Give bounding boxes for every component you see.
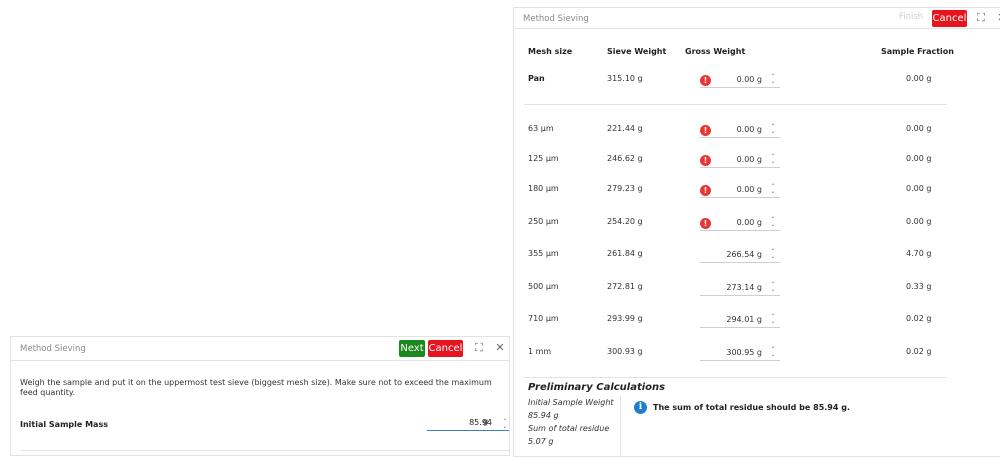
mesh-size-cell: 710 µm bbox=[528, 314, 559, 323]
sieve-weight-cell: 221.44 g bbox=[607, 124, 643, 133]
sum-residue-label: Sum of total residue bbox=[528, 424, 610, 433]
stepper-icon[interactable]: ⌃ ⌄ bbox=[501, 419, 509, 430]
gross-weight-input[interactable]: 0.00 g ⌃ ⌄ bbox=[700, 152, 780, 168]
sieve-weight-cell: 272.81 g bbox=[607, 282, 643, 291]
divider bbox=[524, 104, 947, 105]
sample-fraction-cell: 0.02 g bbox=[906, 314, 932, 323]
stepper-icon[interactable]: ⌃ ⌄ bbox=[769, 347, 777, 358]
initial-sample-mass-label: Initial Sample Mass bbox=[20, 420, 108, 429]
preliminary-values: Initial Sample Weight 85.94 g Sum of tot… bbox=[528, 396, 618, 448]
column-header-sample-fraction: Sample Fraction bbox=[881, 47, 954, 56]
dialog-title: Method Sieving bbox=[523, 14, 589, 24]
stepper-icon[interactable]: ⌃ ⌄ bbox=[769, 282, 777, 293]
preliminary-title: Preliminary Calculations bbox=[528, 382, 666, 393]
gross-weight-value: 294.01 g bbox=[726, 315, 762, 324]
initial-weight-value: 85.94 g bbox=[528, 411, 559, 420]
dialog-header: Method Sieving Finish Cancel ⛶ ✕ bbox=[514, 8, 1000, 29]
gross-weight-value: 0.00 g bbox=[736, 218, 762, 227]
dialog-title: Method Sieving bbox=[20, 344, 86, 354]
sum-residue-value: 5.07 g bbox=[528, 437, 554, 446]
mesh-size-cell: 63 µm bbox=[528, 124, 554, 133]
gross-weight-input[interactable]: 294.01 g ⌃ ⌄ bbox=[700, 312, 780, 328]
gross-weight-value: 300.95 g bbox=[726, 348, 762, 357]
gross-weight-value: 0.00 g bbox=[736, 155, 762, 164]
divider bbox=[524, 377, 947, 378]
sieve-weight-cell: 246.62 g bbox=[607, 154, 643, 163]
initial-weight-label: Initial Sample Weight bbox=[528, 398, 614, 407]
column-header-sieve-weight: Sieve Weight bbox=[607, 47, 667, 56]
close-icon[interactable]: ✕ bbox=[491, 339, 509, 357]
sample-fraction-cell: 0.00 g bbox=[906, 217, 932, 226]
mesh-size-cell: Pan bbox=[528, 74, 545, 83]
gross-weight-value: 273.14 g bbox=[726, 283, 762, 292]
column-header-mesh: Mesh size bbox=[528, 47, 573, 56]
sieve-weight-cell: 254.20 g bbox=[607, 217, 643, 226]
expand-icon[interactable]: ⛶ bbox=[470, 339, 488, 357]
mesh-size-cell: 250 µm bbox=[528, 217, 559, 226]
sample-fraction-cell: 0.00 g bbox=[906, 184, 932, 193]
stepper-icon[interactable]: ⌃ ⌄ bbox=[769, 74, 777, 85]
finish-button[interactable]: Finish bbox=[899, 12, 923, 22]
stepper-icon[interactable]: ⌃ ⌄ bbox=[769, 217, 777, 228]
gross-weight-value: 266.54 g bbox=[726, 250, 762, 259]
sample-fraction-cell: 4.70 g bbox=[906, 249, 932, 258]
divider bbox=[20, 450, 509, 451]
column-header-gross-weight: Gross Weight bbox=[685, 47, 746, 56]
sample-fraction-cell: 0.33 g bbox=[906, 282, 932, 291]
mesh-size-cell: 125 µm bbox=[528, 154, 559, 163]
close-icon[interactable]: ✕ bbox=[993, 9, 1000, 27]
sieve-weight-cell: 279.23 g bbox=[607, 184, 643, 193]
initial-sample-mass-input[interactable]: 85.94 bbox=[427, 416, 509, 431]
sieve-weight-cell: 293.99 g bbox=[607, 314, 643, 323]
mesh-size-cell: 355 µm bbox=[528, 249, 559, 258]
gross-weight-input[interactable]: 0.00 g ⌃ ⌄ bbox=[700, 72, 780, 88]
sample-fraction-cell: 0.02 g bbox=[906, 347, 932, 356]
gross-weight-input[interactable]: 266.54 g ⌃ ⌄ bbox=[700, 247, 780, 263]
stepper-icon[interactable]: ⌃ ⌄ bbox=[769, 249, 777, 260]
stepper-icon[interactable]: ⌃ ⌄ bbox=[769, 314, 777, 325]
cancel-button[interactable]: Cancel bbox=[428, 340, 463, 357]
gross-weight-input[interactable]: 0.00 g ⌃ ⌄ bbox=[700, 182, 780, 198]
info-message: The sum of total residue should be 85.94… bbox=[653, 403, 850, 412]
info-icon: i bbox=[634, 401, 647, 414]
gross-weight-value: 0.00 g bbox=[736, 185, 762, 194]
cancel-button[interactable]: Cancel bbox=[932, 10, 967, 27]
sieving-dialog-small: Method Sieving Next Cancel ⛶ ✕ Weigh the… bbox=[10, 336, 510, 456]
gross-weight-value: 0.00 g bbox=[736, 75, 762, 84]
divider bbox=[620, 396, 621, 456]
sieve-weight-cell: 315.10 g bbox=[607, 74, 643, 83]
gross-weight-input[interactable]: 300.95 g ⌃ ⌄ bbox=[700, 345, 780, 361]
sample-fraction-cell: 0.00 g bbox=[906, 74, 932, 83]
sieve-weight-cell: 261.84 g bbox=[607, 249, 643, 258]
initial-sample-mass-unit: g bbox=[483, 417, 489, 426]
sample-fraction-cell: 0.00 g bbox=[906, 124, 932, 133]
gross-weight-input[interactable]: 0.00 g ⌃ ⌄ bbox=[700, 122, 780, 138]
gross-weight-input[interactable]: 273.14 g ⌃ ⌄ bbox=[700, 280, 780, 296]
next-button[interactable]: Next bbox=[399, 340, 425, 357]
mesh-size-cell: 500 µm bbox=[528, 282, 559, 291]
instruction-text: Weigh the sample and put it on the upper… bbox=[20, 378, 492, 397]
stepper-icon[interactable]: ⌃ ⌄ bbox=[769, 124, 777, 135]
dialog-header: Method Sieving Next Cancel ⛶ ✕ bbox=[11, 337, 509, 361]
expand-icon[interactable]: ⛶ bbox=[972, 9, 990, 27]
mesh-size-cell: 1 mm bbox=[528, 347, 552, 356]
stepper-icon[interactable]: ⌃ ⌄ bbox=[769, 184, 777, 195]
gross-weight-value: 0.00 g bbox=[736, 125, 762, 134]
gross-weight-input[interactable]: 0.00 g ⌃ ⌄ bbox=[700, 215, 780, 231]
mesh-size-cell: 180 µm bbox=[528, 184, 559, 193]
sample-fraction-cell: 0.00 g bbox=[906, 154, 932, 163]
sieve-weight-cell: 300.93 g bbox=[607, 347, 643, 356]
sieving-dialog-large: Method Sieving Finish Cancel ⛶ ✕ Mesh si… bbox=[513, 7, 1000, 457]
stepper-icon[interactable]: ⌃ ⌄ bbox=[769, 154, 777, 165]
